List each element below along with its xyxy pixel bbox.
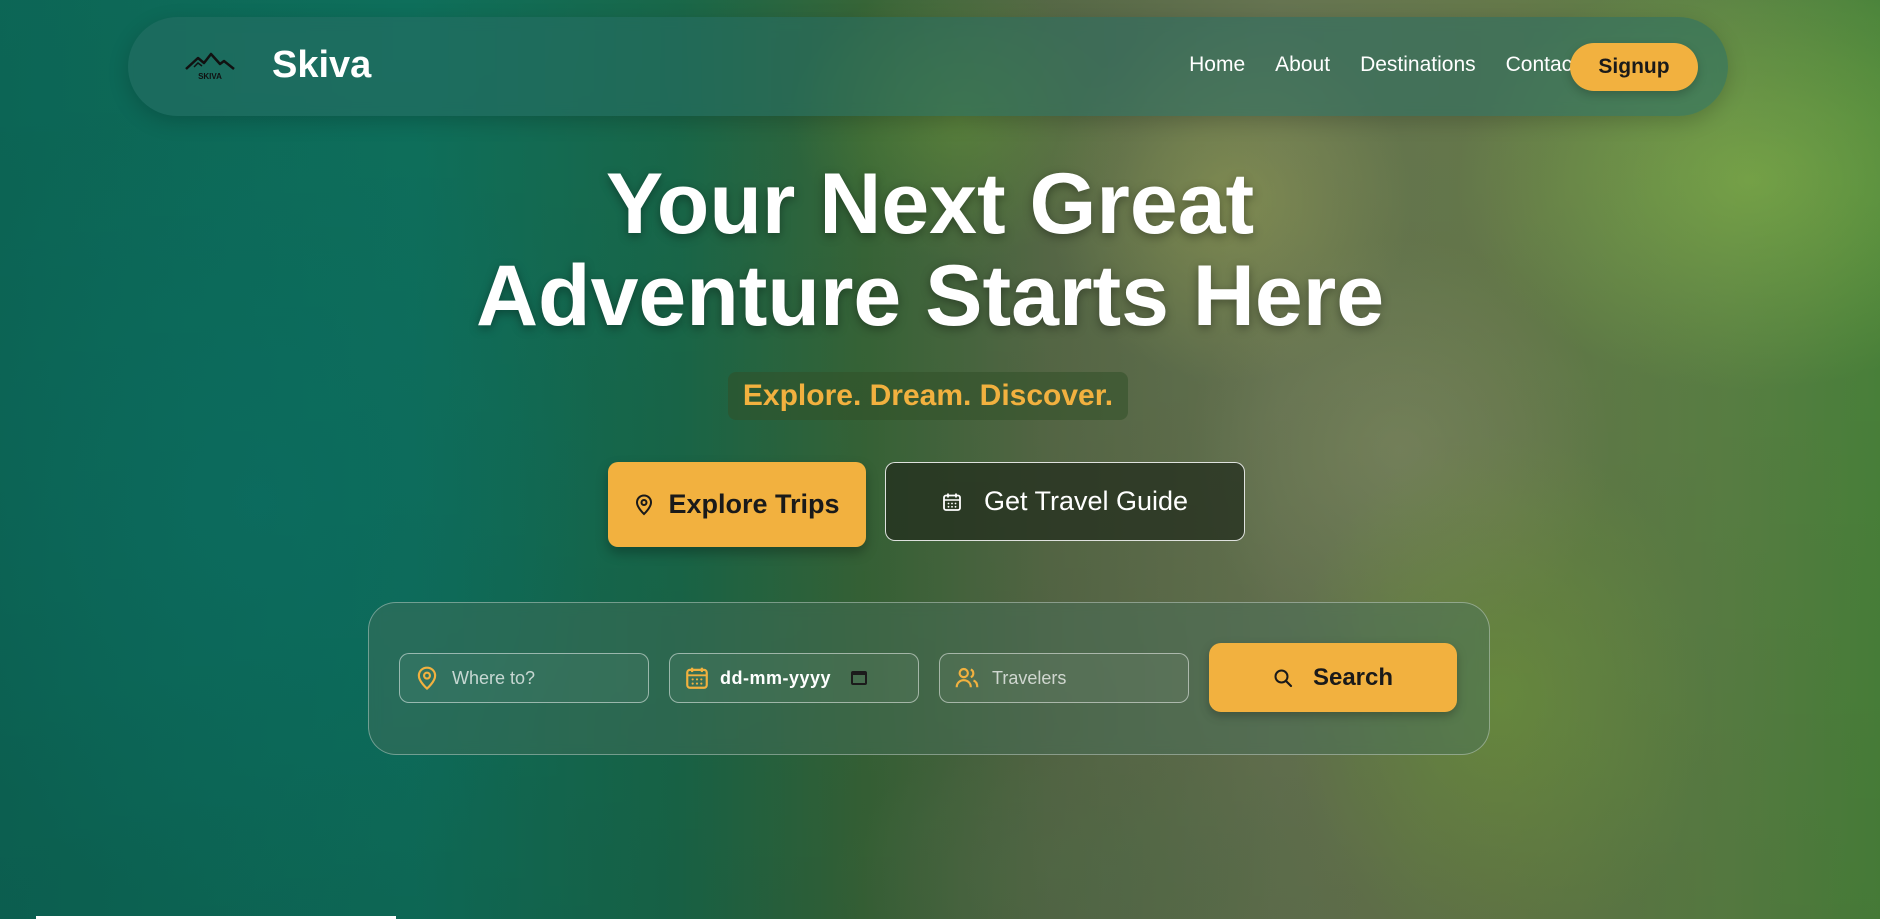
nav-link-home[interactable]: Home xyxy=(1189,53,1245,77)
hero-title-line2: Adventure Starts Here xyxy=(475,248,1385,344)
nav-links: Home About Destinations Contact xyxy=(1189,53,1578,77)
get-travel-guide-label: Get Travel Guide xyxy=(983,486,1189,516)
hero-tagline: Explore. Dream. Discover. xyxy=(742,379,1114,412)
map-pin-icon xyxy=(417,666,437,691)
users-icon xyxy=(955,667,979,688)
travelers-input[interactable] xyxy=(990,666,1174,690)
destination-input[interactable] xyxy=(450,666,634,690)
search-icon xyxy=(1274,669,1293,687)
search-panel: dd-mm-yyyy Search xyxy=(368,602,1490,755)
calendar-icon xyxy=(943,493,961,511)
search-button[interactable]: Search xyxy=(1209,643,1457,712)
explore-trips-button[interactable]: Explore Trips xyxy=(608,462,866,547)
explore-trips-label: Explore Trips xyxy=(668,489,840,519)
travelers-field[interactable] xyxy=(939,653,1189,703)
tagline-container: Explore. Dream. Discover. xyxy=(728,372,1128,420)
logo-text: SKIVA xyxy=(198,72,222,81)
map-pin-icon xyxy=(636,493,653,515)
navbar: SKIVA Skiva Home About Destinations Cont… xyxy=(128,17,1728,116)
hero-background: SKIVA Skiva Home About Destinations Cont… xyxy=(0,0,1880,919)
nav-link-destinations[interactable]: Destinations xyxy=(1360,53,1476,77)
nav-link-contact[interactable]: Contact xyxy=(1506,53,1578,77)
signup-button[interactable]: Signup xyxy=(1570,43,1698,91)
nav-link-about[interactable]: About xyxy=(1275,53,1330,77)
date-input-value[interactable]: dd-mm-yyyy xyxy=(720,668,831,689)
brand-name[interactable]: Skiva xyxy=(272,44,371,87)
logo-mountain-icon[interactable]: SKIVA xyxy=(184,49,236,81)
destination-field[interactable] xyxy=(399,653,649,703)
date-picker-icon[interactable] xyxy=(851,671,868,685)
hero-title-line1: Your Next Great xyxy=(605,156,1255,252)
search-button-label: Search xyxy=(1312,663,1394,691)
hero-title: Your Next Great Adventure Starts Here xyxy=(340,158,1520,342)
date-field[interactable]: dd-mm-yyyy xyxy=(669,653,919,703)
get-travel-guide-button[interactable]: Get Travel Guide xyxy=(885,462,1245,541)
calendar-icon xyxy=(686,667,708,689)
